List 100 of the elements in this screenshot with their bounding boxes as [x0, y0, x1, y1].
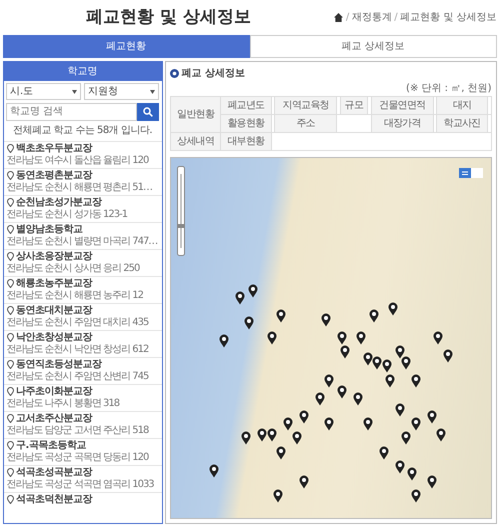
map-marker-icon[interactable]	[324, 416, 334, 431]
location-pin-icon	[6, 333, 14, 342]
list-item[interactable]: 석곡초성곡분교장 전라남도 곡성군 석곡면 염곡리 1033	[4, 464, 162, 492]
search-field[interactable]: 학교명 검색	[6, 102, 137, 120]
table-header-cell: 폐교년도	[220, 96, 271, 114]
map-marker-icon[interactable]	[292, 431, 302, 446]
list-item[interactable]: 구.곡목초등학교 전라남도 곡성군 곡목면 당동리 120	[4, 438, 162, 464]
list-item[interactable]: 낙안초창성분교장 전라남도 순천시 낙안면 창성리 612	[4, 330, 162, 356]
map-marker-icon[interactable]	[369, 308, 380, 323]
map-marker-icon[interactable]	[314, 392, 325, 406]
breadcrumb-link[interactable]: 재정통계	[352, 10, 392, 25]
school-name: 낙안초창성분교장	[16, 332, 92, 344]
map-marker-icon[interactable]	[442, 348, 453, 363]
map-marker-icon[interactable]	[407, 467, 418, 482]
list-item[interactable]: 순천남초성가분교장 전라남도 순천시 성가동 123-1	[4, 194, 162, 222]
school-name: 석곡초성곡분교장	[16, 466, 92, 478]
map-marker-icon[interactable]	[209, 464, 220, 478]
map-marker-icon[interactable]	[298, 410, 309, 424]
map-marker-icon[interactable]	[362, 352, 373, 366]
school-address: 전라남도 순천시 별량면 마곡리 747…	[6, 236, 158, 248]
map-marker-icon[interactable]	[337, 330, 348, 345]
dropdown[interactable]: 지원청	[84, 83, 159, 100]
table-header-cell: 대장가격	[371, 114, 434, 132]
school-address: 전라남도 곡성군 곡목면 당동리 120	[6, 452, 150, 464]
list-item[interactable]: 해룡초농주분교장 전라남도 순천시 해룡면 농주리 12	[4, 276, 162, 302]
table-header-cell: 일반현황	[170, 96, 221, 132]
table-header-cell: 지역교육청	[274, 96, 337, 114]
zoom-slider-icon[interactable]	[177, 166, 185, 256]
search-button[interactable]	[137, 102, 159, 120]
map-marker-icon[interactable]	[353, 392, 364, 406]
list-item[interactable]: 동연직초등성분교장 전라남도 순천시 주암면 산변리 745	[4, 356, 162, 384]
map-marker-icon[interactable]	[426, 474, 437, 489]
bullet-icon	[170, 68, 179, 78]
school-name: 구.곡목초등학교	[16, 440, 86, 452]
list-item[interactable]: 고서초주산분교장 전라남도 담양군 고서면 주산리 518	[4, 410, 162, 438]
list-item[interactable]: 동연초평촌분교장 전라남도 순천시 해룡면 평촌리 51…	[4, 168, 162, 194]
list-item[interactable]: 백초초우두분교장 전라남도 여수시 돌산읍 율림리 120	[4, 140, 162, 168]
map-marker-icon[interactable]	[388, 302, 398, 316]
location-pin-icon	[6, 279, 14, 288]
table-header-cell: 건물연면적	[371, 96, 434, 114]
map-marker-icon[interactable]	[410, 416, 421, 431]
school-address: 전라남도 곡성군 석곡면 염곡리 1033	[6, 478, 155, 490]
map-marker-icon[interactable]	[244, 316, 254, 330]
location-pin-icon	[6, 414, 14, 423]
map-marker-icon[interactable]	[266, 330, 277, 345]
map-marker-icon[interactable]	[234, 290, 245, 305]
school-name: 순천남초성가분교장	[16, 196, 102, 208]
map-marker-icon[interactable]	[337, 384, 348, 399]
map-marker-icon[interactable]	[410, 488, 421, 503]
home-icon[interactable]	[334, 13, 344, 22]
tab[interactable]: 폐교 상세정보	[250, 35, 496, 58]
map-type-icon[interactable]	[458, 168, 482, 178]
map-marker-icon[interactable]	[401, 356, 412, 370]
school-name: 동연직초등성분교장	[16, 358, 102, 370]
dropdown[interactable]: 시.도	[6, 83, 82, 100]
breadcrumb-link[interactable]: 폐교현황 및 상세정보	[400, 10, 496, 25]
list-item[interactable]: 상사초응장분교장 전라남도 순천시 상사면 응리 250	[4, 248, 162, 276]
map-marker-icon[interactable]	[362, 416, 373, 431]
map-marker-icon[interactable]	[241, 431, 252, 446]
school-name: 동연초평촌분교장	[16, 170, 92, 182]
location-pin-icon	[6, 171, 14, 180]
school-address: 전라남도 순천시 낙안면 창성리 612	[6, 344, 150, 356]
map-marker-icon[interactable]	[324, 374, 334, 388]
map-marker-icon[interactable]	[248, 284, 258, 298]
list-item[interactable]: 동연초대치분교장 전라남도 순천시 주암면 대치리 435	[4, 302, 162, 330]
map-marker-icon[interactable]	[436, 428, 446, 442]
map-marker-icon[interactable]	[273, 488, 284, 503]
list-item[interactable]: 별양남초등학교 전라남도 순천시 별량면 마곡리 747…	[4, 222, 162, 248]
map-marker-icon[interactable]	[372, 356, 382, 370]
map-marker-icon[interactable]	[218, 334, 229, 348]
map-marker-icon[interactable]	[340, 344, 350, 359]
map-marker-icon[interactable]	[385, 374, 396, 388]
map-marker-icon[interactable]	[394, 402, 405, 417]
map-marker-icon[interactable]	[282, 416, 293, 431]
school-address: 전라남도 여수시 돌산읍 율림리 120	[6, 154, 150, 166]
map-marker-icon[interactable]	[394, 460, 405, 474]
location-pin-icon	[6, 468, 14, 477]
map-marker-icon[interactable]	[410, 374, 421, 388]
school-name: 별양남초등학교	[16, 224, 82, 236]
map-marker-icon[interactable]	[378, 446, 389, 460]
table-header-cell: 대부현황	[220, 132, 271, 150]
sidebar-title: 학교명	[4, 62, 162, 80]
map-marker-icon[interactable]	[298, 474, 309, 489]
list-item[interactable]: 석곡초덕천분교장	[4, 492, 162, 506]
map-marker-icon[interactable]	[321, 312, 332, 327]
map-marker-icon[interactable]	[401, 431, 412, 446]
location-pin-icon	[6, 360, 14, 369]
map-marker-icon[interactable]	[426, 410, 437, 424]
map-marker-icon[interactable]	[394, 344, 405, 359]
map-marker-icon[interactable]	[266, 428, 277, 442]
map-marker-icon[interactable]	[356, 330, 366, 345]
map-marker-icon[interactable]	[432, 330, 443, 345]
map-marker-icon[interactable]	[257, 428, 268, 442]
map-marker-icon[interactable]	[276, 308, 286, 323]
map-marker-icon[interactable]	[276, 446, 286, 460]
school-name: 해룡초농주분교장	[16, 278, 92, 290]
tab[interactable]: 폐교현황	[2, 35, 250, 58]
map-marker-icon[interactable]	[382, 359, 392, 374]
location-pin-icon	[6, 495, 14, 504]
list-item[interactable]: 나주초이화분교장 전라남도 나주시 봉황면 318	[4, 384, 162, 410]
